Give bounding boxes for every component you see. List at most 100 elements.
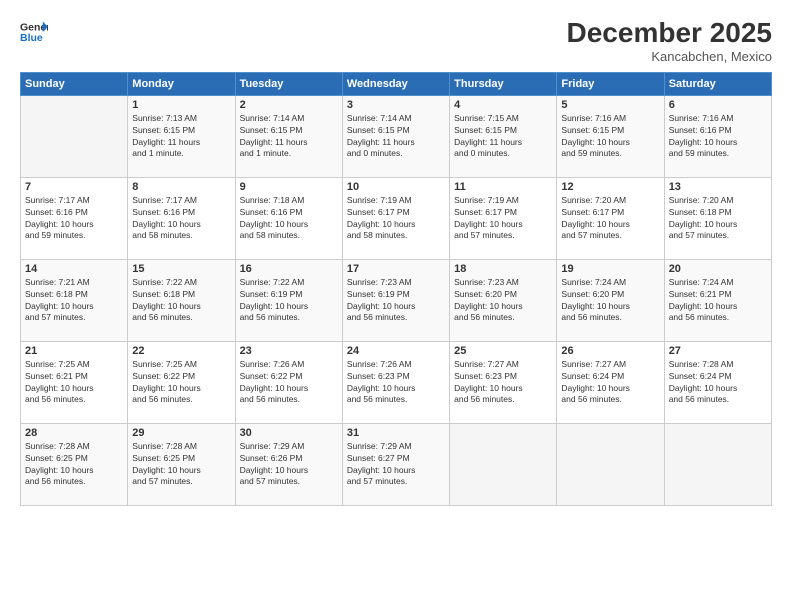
day-number: 24 [347,345,445,357]
calendar-cell: 24 Sunrise: 7:26 AM Sunset: 6:23 PM Dayli… [342,341,449,423]
day-info: Sunrise: 7:22 AM Sunset: 6:18 PM Dayligh… [132,277,230,325]
day-number: 10 [347,181,445,193]
day-number: 5 [561,99,659,111]
day-number: 30 [240,427,338,439]
calendar-cell: 2 Sunrise: 7:14 AM Sunset: 6:15 PM Daylig… [235,95,342,177]
calendar-cell [450,423,557,505]
day-info: Sunrise: 7:17 AM Sunset: 6:16 PM Dayligh… [132,195,230,243]
day-number: 26 [561,345,659,357]
day-info: Sunrise: 7:20 AM Sunset: 6:18 PM Dayligh… [669,195,767,243]
day-number: 7 [25,181,123,193]
calendar-cell: 27 Sunrise: 7:28 AM Sunset: 6:24 PM Dayli… [664,341,771,423]
week-row-5: 28 Sunrise: 7:28 AM Sunset: 6:25 PM Dayli… [21,423,772,505]
week-row-2: 7 Sunrise: 7:17 AM Sunset: 6:16 PM Daylig… [21,177,772,259]
day-number: 12 [561,181,659,193]
calendar-cell: 5 Sunrise: 7:16 AM Sunset: 6:15 PM Daylig… [557,95,664,177]
day-number: 8 [132,181,230,193]
calendar-cell: 4Sunrise: 7:15 AM Sunset: 6:15 PM Daylig… [450,95,557,177]
day-number: 6 [669,99,767,111]
day-number: 3 [347,99,445,111]
weekday-header-saturday: Saturday [664,72,771,95]
weekday-header-friday: Friday [557,72,664,95]
calendar-cell: 3 Sunrise: 7:14 AM Sunset: 6:15 PM Daylig… [342,95,449,177]
day-info: Sunrise: 7:26 AM Sunset: 6:23 PM Dayligh… [347,359,445,407]
week-row-3: 14 Sunrise: 7:21 AM Sunset: 6:18 PM Dayli… [21,259,772,341]
day-info: Sunrise: 7:29 AM Sunset: 6:26 PM Dayligh… [240,441,338,489]
calendar-cell: 14 Sunrise: 7:21 AM Sunset: 6:18 PM Dayli… [21,259,128,341]
day-info: Sunrise: 7:23 AM Sunset: 6:20 PM Dayligh… [454,277,552,325]
svg-text:Blue: Blue [20,32,43,44]
weekday-header-wednesday: Wednesday [342,72,449,95]
weekday-header-tuesday: Tuesday [235,72,342,95]
day-number: 19 [561,263,659,275]
day-info: Sunrise: 7:25 AM Sunset: 6:22 PM Dayligh… [132,359,230,407]
calendar-cell [557,423,664,505]
calendar-cell: 8 Sunrise: 7:17 AM Sunset: 6:16 PM Daylig… [128,177,235,259]
day-info: Sunrise: 7:19 AM Sunset: 6:17 PM Dayligh… [454,195,552,243]
day-info: Sunrise: 7:27 AM Sunset: 6:23 PM Dayligh… [454,359,552,407]
calendar-cell: 21 Sunrise: 7:25 AM Sunset: 6:21 PM Dayli… [21,341,128,423]
day-number: 25 [454,345,552,357]
weekday-header-thursday: Thursday [450,72,557,95]
logo: General Blue [20,18,48,46]
day-number: 23 [240,345,338,357]
logo-icon: General Blue [20,18,48,46]
calendar-cell: 1 Sunrise: 7:13 AM Sunset: 6:15 PM Daylig… [128,95,235,177]
day-info: Sunrise: 7:27 AM Sunset: 6:24 PM Dayligh… [561,359,659,407]
calendar-cell [21,95,128,177]
calendar-cell: 22 Sunrise: 7:25 AM Sunset: 6:22 PM Dayli… [128,341,235,423]
day-info: Sunrise: 7:16 AM Sunset: 6:15 PM Dayligh… [561,113,659,161]
calendar-cell: 20 Sunrise: 7:24 AM Sunset: 6:21 PM Dayli… [664,259,771,341]
week-row-1: 1 Sunrise: 7:13 AM Sunset: 6:15 PM Daylig… [21,95,772,177]
day-info: Sunrise: 7:13 AM Sunset: 6:15 PM Dayligh… [132,113,230,161]
day-number: 2 [240,99,338,111]
day-info: Sunrise: 7:19 AM Sunset: 6:17 PM Dayligh… [347,195,445,243]
calendar-cell: 29Sunrise: 7:28 AM Sunset: 6:25 PM Dayli… [128,423,235,505]
day-number: 9 [240,181,338,193]
title-block: December 2025 Kancabchen, Mexico [567,18,772,64]
calendar-cell: 31 Sunrise: 7:29 AM Sunset: 6:27 PM Dayli… [342,423,449,505]
day-number: 21 [25,345,123,357]
calendar-cell: 17Sunrise: 7:23 AM Sunset: 6:19 PM Dayli… [342,259,449,341]
calendar-cell: 15 Sunrise: 7:22 AM Sunset: 6:18 PM Dayli… [128,259,235,341]
day-info: Sunrise: 7:25 AM Sunset: 6:21 PM Dayligh… [25,359,123,407]
day-number: 15 [132,263,230,275]
day-info: Sunrise: 7:28 AM Sunset: 6:24 PM Dayligh… [669,359,767,407]
day-number: 16 [240,263,338,275]
calendar-cell: 7Sunrise: 7:17 AM Sunset: 6:16 PM Daylig… [21,177,128,259]
weekday-header-sunday: Sunday [21,72,128,95]
day-info: Sunrise: 7:26 AM Sunset: 6:22 PM Dayligh… [240,359,338,407]
day-number: 11 [454,181,552,193]
calendar-cell: 11 Sunrise: 7:19 AM Sunset: 6:17 PM Dayli… [450,177,557,259]
location: Kancabchen, Mexico [567,49,772,64]
calendar-cell: 6 Sunrise: 7:16 AM Sunset: 6:16 PM Daylig… [664,95,771,177]
calendar-cell: 12 Sunrise: 7:20 AM Sunset: 6:17 PM Dayli… [557,177,664,259]
day-number: 22 [132,345,230,357]
calendar-cell: 9Sunrise: 7:18 AM Sunset: 6:16 PM Daylig… [235,177,342,259]
calendar-cell: 18Sunrise: 7:23 AM Sunset: 6:20 PM Dayli… [450,259,557,341]
weekday-header-monday: Monday [128,72,235,95]
day-info: Sunrise: 7:14 AM Sunset: 6:15 PM Dayligh… [347,113,445,161]
day-number: 31 [347,427,445,439]
calendar-cell: 10 Sunrise: 7:19 AM Sunset: 6:17 PM Dayli… [342,177,449,259]
day-info: Sunrise: 7:24 AM Sunset: 6:21 PM Dayligh… [669,277,767,325]
day-number: 14 [25,263,123,275]
day-info: Sunrise: 7:21 AM Sunset: 6:18 PM Dayligh… [25,277,123,325]
day-info: Sunrise: 7:14 AM Sunset: 6:15 PM Dayligh… [240,113,338,161]
day-info: Sunrise: 7:29 AM Sunset: 6:27 PM Dayligh… [347,441,445,489]
day-info: Sunrise: 7:16 AM Sunset: 6:16 PM Dayligh… [669,113,767,161]
month-title: December 2025 [567,18,772,49]
day-number: 20 [669,263,767,275]
calendar-cell: 25 Sunrise: 7:27 AM Sunset: 6:23 PM Dayli… [450,341,557,423]
calendar-cell: 30 Sunrise: 7:29 AM Sunset: 6:26 PM Dayli… [235,423,342,505]
calendar-cell: 19Sunrise: 7:24 AM Sunset: 6:20 PM Dayli… [557,259,664,341]
day-info: Sunrise: 7:20 AM Sunset: 6:17 PM Dayligh… [561,195,659,243]
calendar-cell [664,423,771,505]
day-info: Sunrise: 7:28 AM Sunset: 6:25 PM Dayligh… [25,441,123,489]
week-row-4: 21 Sunrise: 7:25 AM Sunset: 6:21 PM Dayli… [21,341,772,423]
day-number: 27 [669,345,767,357]
day-number: 28 [25,427,123,439]
day-info: Sunrise: 7:28 AM Sunset: 6:25 PM Dayligh… [132,441,230,489]
calendar-cell: 13Sunrise: 7:20 AM Sunset: 6:18 PM Dayli… [664,177,771,259]
day-number: 1 [132,99,230,111]
